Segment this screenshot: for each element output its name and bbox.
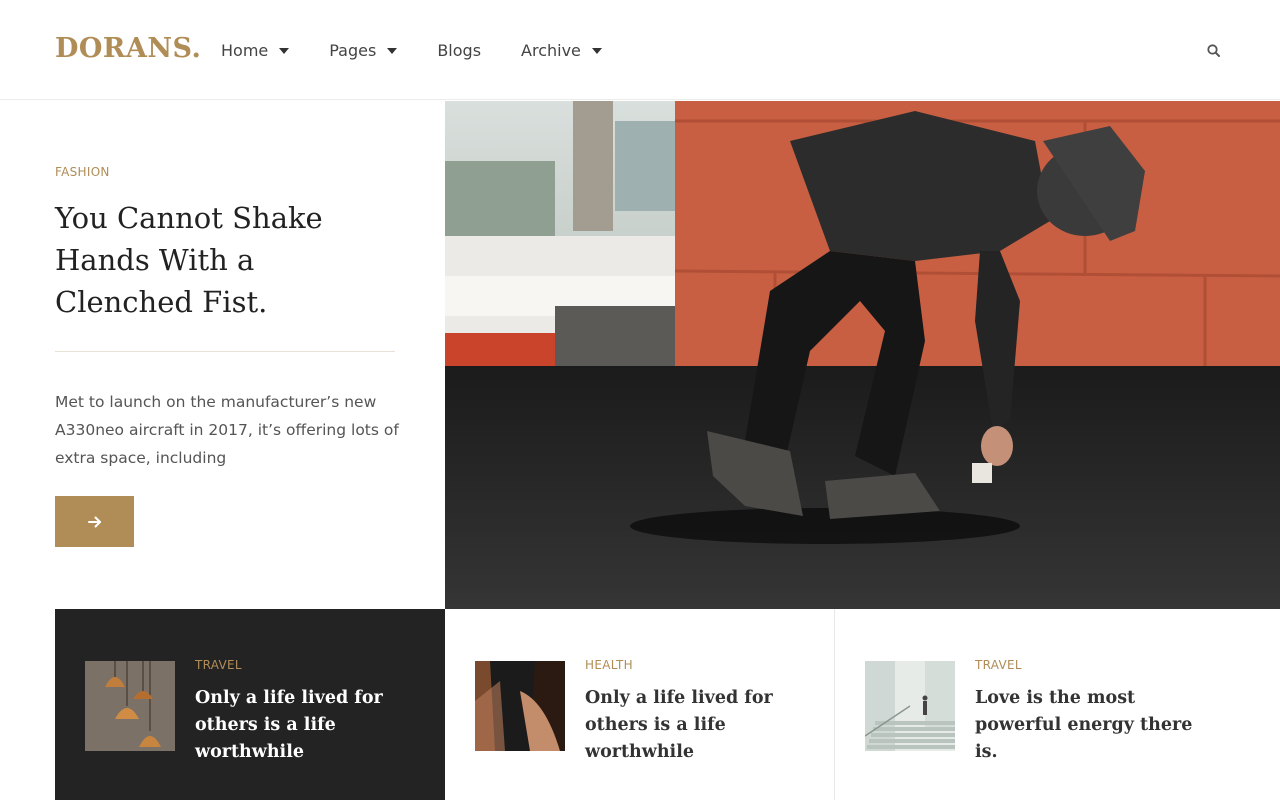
- featured-posts: TRAVEL Only a life lived for others is a…: [0, 609, 1280, 800]
- nav-item-pages[interactable]: Pages: [329, 38, 398, 62]
- post-thumbnail[interactable]: [865, 661, 955, 751]
- post-card[interactable]: HEALTH Only a life lived for others is a…: [445, 609, 835, 800]
- nav-item-label: Home: [221, 40, 269, 60]
- nav-item-home[interactable]: Home: [221, 38, 290, 62]
- post-title[interactable]: Only a life lived for others is a life w…: [585, 685, 820, 766]
- nav-item-label: Archive: [521, 40, 581, 60]
- hero-excerpt: Met to launch on the manufacturer’s new …: [55, 393, 399, 467]
- chevron-down-icon: [279, 48, 290, 54]
- nav-item-archive[interactable]: Archive: [521, 38, 602, 62]
- site-logo[interactable]: DORANS.: [55, 33, 201, 64]
- read-more-button[interactable]: [55, 496, 134, 547]
- nav-item-label: Blogs: [437, 40, 482, 60]
- main-nav: Home Pages Blogs Archive: [221, 38, 642, 62]
- post-category[interactable]: TRAVEL: [195, 658, 242, 672]
- post-thumbnail[interactable]: [475, 661, 565, 751]
- divider: [55, 351, 395, 352]
- lamps-photo: [85, 661, 175, 751]
- search-button[interactable]: [1205, 42, 1223, 60]
- chevron-down-icon: [387, 48, 398, 54]
- nav-item-blogs[interactable]: Blogs: [437, 38, 481, 62]
- hero-text-panel: FASHION You Cannot Shake Hands With a Cl…: [0, 101, 445, 609]
- post-title[interactable]: Love is the most powerful energy there i…: [975, 685, 1210, 766]
- portrait-photo: [475, 661, 565, 751]
- arrow-right-icon: [87, 516, 101, 527]
- chevron-down-icon: [591, 48, 602, 54]
- post-thumbnail[interactable]: [85, 661, 175, 751]
- hero-title[interactable]: You Cannot Shake Hands With a Clenched F…: [55, 197, 400, 323]
- post-category[interactable]: HEALTH: [585, 658, 633, 672]
- post-category[interactable]: TRAVEL: [975, 658, 1022, 672]
- post-card[interactable]: TRAVEL Love is the most powerful energy …: [835, 609, 1280, 800]
- post-title[interactable]: Only a life lived for others is a life w…: [195, 685, 430, 766]
- hero-category[interactable]: FASHION: [55, 165, 110, 179]
- stairs-photo: [865, 661, 955, 751]
- post-card[interactable]: TRAVEL Only a life lived for others is a…: [55, 609, 445, 800]
- nav-item-label: Pages: [329, 40, 377, 60]
- search-icon: [1207, 44, 1220, 57]
- hero-photo: [445, 101, 1280, 609]
- hero-image[interactable]: [445, 101, 1280, 609]
- site-header: DORANS. Home Pages Blogs Archive: [0, 0, 1280, 100]
